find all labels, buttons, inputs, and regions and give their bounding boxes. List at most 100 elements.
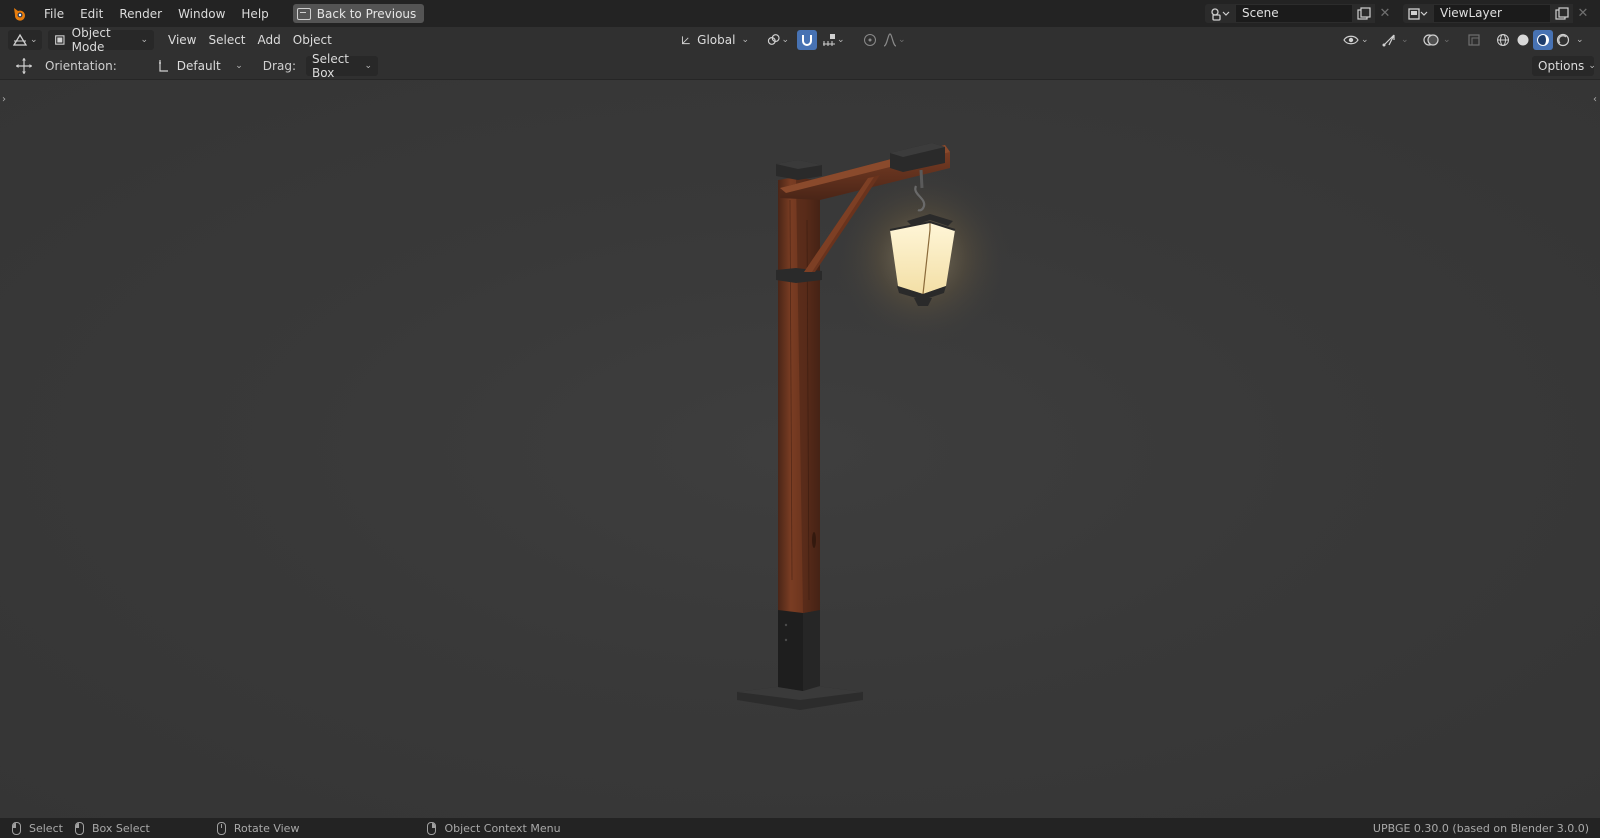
eye-icon	[1343, 35, 1359, 45]
mode-selector[interactable]: Object Mode ⌄	[48, 26, 154, 54]
shading-wireframe-button[interactable]	[1493, 30, 1513, 50]
mode-label: Object Mode	[71, 26, 111, 54]
viewlayer-name-field[interactable]: ViewLayer	[1433, 4, 1551, 23]
orientation-dropdown[interactable]: Default ⌄	[150, 56, 249, 76]
viewlayer-new-button[interactable]	[1551, 4, 1573, 23]
top-menu-bar: File Edit Render Window Help Back to Pre…	[0, 0, 1600, 27]
pivot-point-button[interactable]: ⌄	[763, 30, 793, 50]
status-box-select-label: Box Select	[91, 821, 150, 835]
status-context-menu-label: Object Context Menu	[444, 821, 561, 835]
orientation-icon	[681, 36, 690, 45]
drag-dropdown[interactable]: Select Box ⌄	[305, 52, 378, 80]
status-select: Select	[12, 821, 63, 835]
chevron-down-icon: ⌄	[1443, 35, 1451, 45]
menu-object[interactable]: Object	[287, 33, 338, 47]
shading-material-button[interactable]	[1533, 30, 1553, 50]
viewlayer-delete-button[interactable]: ✕	[1573, 4, 1593, 23]
object-mode-icon	[55, 35, 65, 45]
orientation-label: Global	[697, 33, 736, 47]
version-label: UPBGE 0.30.0 (based on Blender 3.0.0)	[1372, 821, 1589, 835]
editor-type-button[interactable]: ⌄	[8, 30, 42, 50]
menu-help[interactable]: Help	[233, 3, 276, 25]
close-icon: ✕	[1379, 6, 1391, 21]
chevron-down-icon: ⌄	[235, 61, 243, 71]
scene-icon	[1211, 7, 1230, 21]
duplicate-icon	[1357, 6, 1371, 20]
status-bar: Select Box Select Rotate View Object Con…	[0, 818, 1600, 838]
drag-value: Select Box	[311, 52, 350, 80]
drag-label: Drag:	[262, 59, 296, 73]
scene-new-button[interactable]	[1353, 4, 1375, 23]
active-tool-button[interactable]	[14, 56, 34, 76]
duplicate-icon	[1555, 6, 1569, 20]
orientation-value: Default	[176, 59, 221, 73]
options-dropdown[interactable]: Options ⌄	[1532, 56, 1596, 76]
chevron-down-icon: ⌄	[741, 35, 749, 45]
editor-type-icon	[12, 33, 28, 46]
viewlayer-browse-button[interactable]	[1403, 4, 1433, 23]
mouse-left-icon	[12, 821, 21, 835]
options-label: Options	[1538, 59, 1585, 73]
gizmo-button[interactable]: ⌄	[1381, 33, 1415, 47]
wireframe-sphere-icon	[1497, 34, 1509, 46]
status-rotate-view-label: Rotate View	[233, 821, 300, 835]
viewport-header: ⌄ Object Mode ⌄ View Select Add Object G…	[0, 26, 1600, 54]
chevron-down-icon: ⌄	[140, 35, 148, 45]
back-to-previous-button[interactable]: Back to Previous	[292, 4, 425, 23]
menu-add[interactable]: Add	[252, 33, 287, 47]
transform-orientation-selector[interactable]: Global ⌄	[675, 30, 755, 50]
menu-window[interactable]: Window	[170, 3, 233, 25]
menu-view[interactable]: View	[162, 33, 202, 47]
scene-delete-button[interactable]: ✕	[1375, 4, 1395, 23]
status-rotate-view: Rotate View	[216, 821, 300, 835]
mouse-middle-icon	[216, 821, 226, 835]
app-logo-icon[interactable]	[10, 5, 28, 23]
menu-render[interactable]: Render	[111, 3, 170, 25]
mouse-right-icon	[427, 821, 437, 835]
shading-solid-button[interactable]	[1513, 30, 1533, 50]
move-tool-icon	[16, 58, 32, 74]
shading-options-chevron-icon[interactable]: ⌄	[1576, 35, 1584, 45]
tool-settings-bar: Orientation: Default ⌄ Drag: Select Box …	[0, 52, 1600, 80]
chevron-down-icon: ⌄	[364, 61, 372, 71]
falloff-curve-icon	[883, 33, 897, 47]
back-icon	[296, 7, 311, 20]
proportional-editing-toggle[interactable]	[861, 31, 879, 49]
falloff-button[interactable]: ⌄	[883, 31, 909, 49]
menu-file[interactable]: File	[36, 3, 72, 25]
lamp-post-scene	[737, 143, 1012, 710]
magnet-icon	[802, 35, 812, 46]
overlays-button[interactable]: ⌄	[1423, 33, 1459, 47]
chevron-down-icon: ⌄	[837, 35, 845, 45]
scene-browse-button[interactable]	[1205, 4, 1235, 23]
menu-edit[interactable]: Edit	[72, 3, 111, 25]
viewlayer-icon	[1408, 7, 1428, 20]
shading-rendered-button[interactable]	[1553, 30, 1573, 50]
xray-icon	[1468, 34, 1480, 46]
lantern-glass	[890, 222, 955, 294]
close-icon: ✕	[1577, 6, 1589, 21]
viewlayer-selector: ViewLayer ✕	[1403, 3, 1593, 24]
overlays-icon	[1423, 34, 1439, 46]
rendered-sphere-icon	[1556, 33, 1570, 47]
3d-viewport[interactable]: › ‹	[0, 80, 1600, 818]
snap-target-button[interactable]: ⌄	[819, 30, 849, 50]
menu-select[interactable]: Select	[202, 33, 251, 47]
chevron-down-icon: ⌄	[781, 35, 789, 45]
status-select-label: Select	[29, 821, 63, 835]
status-version: UPBGE 0.30.0 (based on Blender 3.0.0)	[1373, 822, 1589, 835]
back-to-previous-label: Back to Previous	[316, 6, 417, 21]
solid-sphere-icon	[1517, 34, 1529, 46]
snap-toggle[interactable]	[797, 30, 817, 50]
status-context-menu: Object Context Menu	[427, 821, 561, 835]
visibility-button[interactable]: ⌄	[1343, 33, 1375, 47]
transform-tools: Global ⌄ ⌄ ⌄ ⌄	[675, 30, 909, 50]
chevron-down-icon: ⌄	[898, 35, 906, 45]
xray-toggle[interactable]	[1467, 33, 1485, 47]
chevron-down-icon: ⌄	[1588, 61, 1596, 71]
mouse-drag-icon	[74, 821, 84, 835]
chevron-down-icon: ⌄	[1361, 35, 1369, 45]
scene-name-field[interactable]: Scene	[1235, 4, 1353, 23]
orientation-default-icon	[158, 60, 168, 72]
gizmo-icon	[1382, 34, 1395, 47]
